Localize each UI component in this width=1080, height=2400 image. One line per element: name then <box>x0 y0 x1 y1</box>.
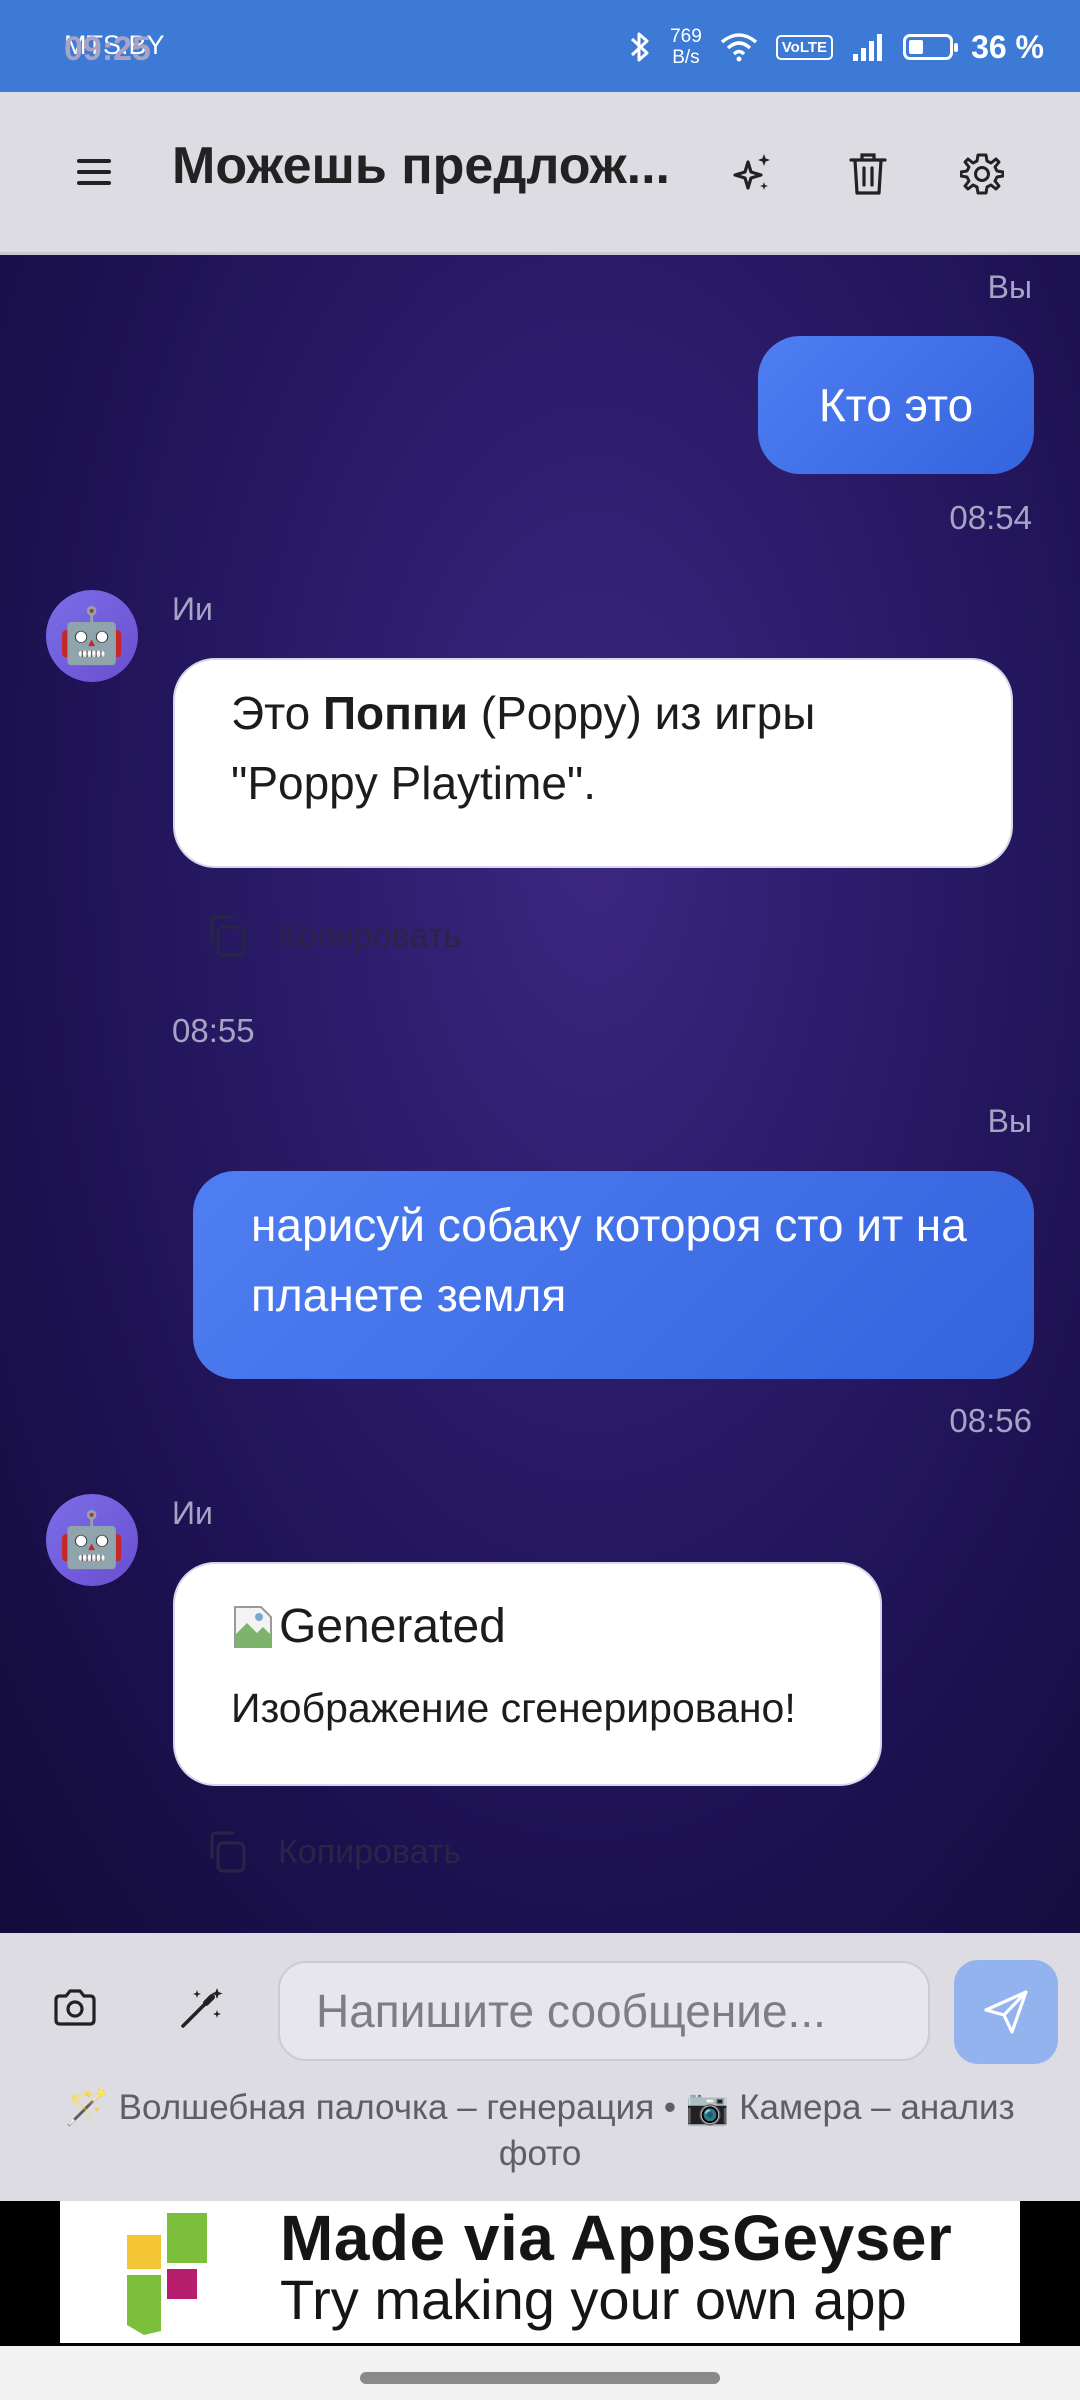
trash-icon <box>849 153 887 195</box>
appsgeyser-logo <box>127 2213 207 2335</box>
message-input[interactable]: Напишите сообщение... <box>278 1961 930 2061</box>
status-time: 09:25 <box>64 30 151 68</box>
send-icon <box>984 1990 1028 2034</box>
sender-label: Ии <box>172 1495 213 1531</box>
gear-icon <box>960 153 1004 195</box>
message-text: Кто это <box>818 379 974 431</box>
message-time: 08:54 <box>949 499 1032 536</box>
message-composer: Напишите сообщение... 🪄 Волшебная палочк… <box>0 1933 1080 2201</box>
copy-button[interactable]: Копировать <box>204 913 461 959</box>
delete-chat-button[interactable] <box>836 142 900 206</box>
ai-message-bubble[interactable]: Это Поппи (Poppy) из игры "Poppy Playtim… <box>173 658 1013 868</box>
ai-avatar: 🤖 <box>46 590 138 682</box>
sender-label: Вы <box>987 1103 1032 1139</box>
volte-badge: VoLTE <box>775 34 834 60</box>
message-text: нарисуй собаку котороя сто ит на планете… <box>251 1199 967 1321</box>
copy-icon <box>210 1831 246 1873</box>
copy-label: Копировать <box>278 916 462 955</box>
home-indicator[interactable] <box>360 2372 720 2384</box>
message-time: 08:56 <box>949 1402 1032 1439</box>
broken-image-icon <box>234 1606 272 1648</box>
composer-hint: 🪄 Волшебная палочка – генерация • 📷 Каме… <box>65 2088 1015 2173</box>
network-speed-value: 769 <box>670 26 702 47</box>
user-message-bubble[interactable]: нарисуй собаку котороя сто ит на планете… <box>193 1171 1034 1379</box>
copy-label: Копировать <box>278 1832 462 1871</box>
image-alt-text: Generated <box>279 1600 506 1653</box>
ad-banner[interactable]: Made via AppsGeyser Try making your own … <box>0 2201 1080 2346</box>
hamburger-icon <box>77 159 111 185</box>
chat-title: Можешь предлож... <box>172 137 670 195</box>
copy-button[interactable]: Копировать <box>204 1829 461 1875</box>
app-bar: Можешь предлож... <box>0 92 1080 255</box>
bluetooth-icon <box>631 32 649 62</box>
settings-button[interactable] <box>950 142 1014 206</box>
robot-icon: 🤖 <box>58 1509 126 1570</box>
generated-image[interactable]: Generated <box>231 1584 824 1670</box>
message-text-bold: Поппи <box>322 687 468 739</box>
banner-title: Made via AppsGeyser <box>280 2202 953 2274</box>
magic-wand-icon <box>181 1988 223 2028</box>
navigation-bar <box>0 2346 1080 2400</box>
network-speed: 769 B/s <box>670 26 702 68</box>
ai-message-bubble[interactable]: Generated Изображение сгенерировано! <box>173 1562 882 1786</box>
camera-button[interactable] <box>40 1973 110 2043</box>
network-speed-unit: B/s <box>672 47 700 68</box>
message-time: 08:55 <box>172 1012 255 1049</box>
wifi-icon <box>720 33 757 62</box>
banner-subtitle: Try making your own app <box>280 2268 907 2331</box>
chat-messages[interactable]: Вы Кто это 08:54 🤖 Ии Это Поппи (Poppy) … <box>0 255 1080 1933</box>
status-bar: MTS.BY 09:25 769 B/s VoLTE 36 % <box>0 0 1080 92</box>
new-chat-button[interactable] <box>720 142 784 206</box>
sparkles-icon <box>733 154 770 190</box>
magic-wand-button[interactable] <box>166 1973 236 2043</box>
menu-button[interactable] <box>64 142 124 202</box>
robot-icon: 🤖 <box>58 605 126 666</box>
message-text-pre: Это <box>231 687 323 739</box>
send-button[interactable] <box>954 1960 1058 2064</box>
sender-label: Ии <box>172 591 213 627</box>
signal-icon <box>853 34 883 61</box>
copy-icon <box>210 915 246 957</box>
battery-percent: 36 % <box>971 28 1044 65</box>
ai-avatar: 🤖 <box>46 1494 138 1586</box>
battery-icon <box>903 34 959 60</box>
user-message-bubble[interactable]: Кто это <box>758 336 1034 474</box>
message-text: Изображение сгенерировано! <box>231 1685 796 1731</box>
camera-icon <box>54 1989 96 2026</box>
sender-label: Вы <box>987 269 1032 305</box>
